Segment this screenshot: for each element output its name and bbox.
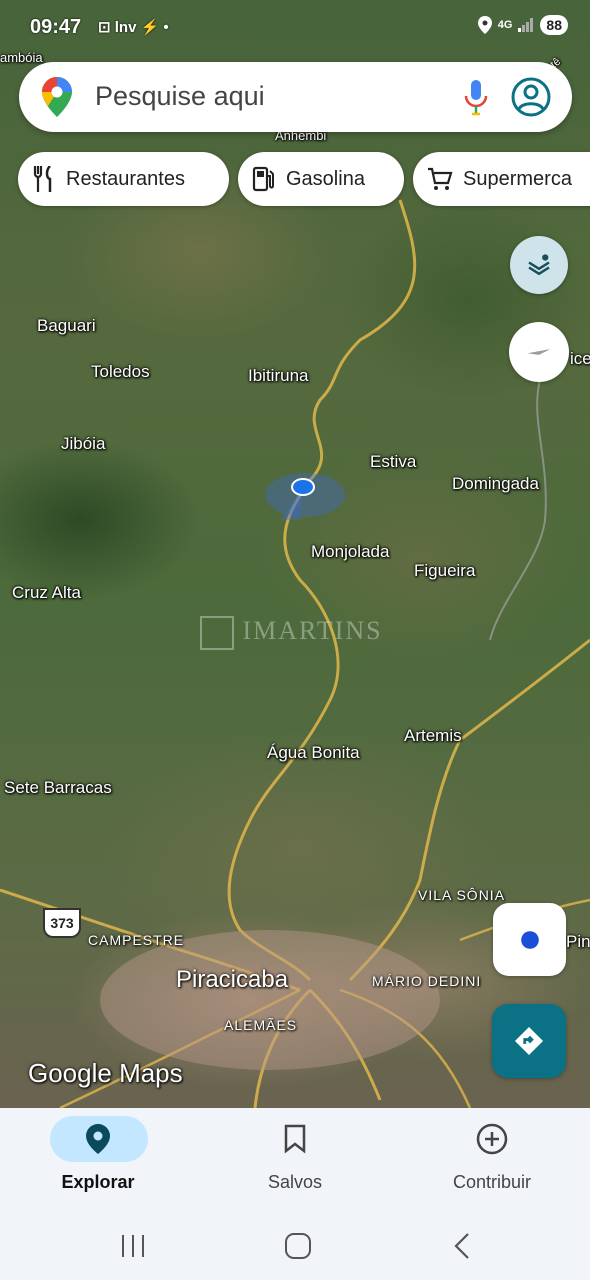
- chip-gasolina[interactable]: Gasolina: [238, 152, 404, 206]
- chip-supermercados[interactable]: Supermerca: [413, 152, 590, 206]
- road-shield: 373: [43, 908, 81, 938]
- nav-label: Contribuir: [452, 1172, 532, 1192]
- nav-label: Explorar: [61, 1172, 135, 1192]
- chip-label: Gasolina: [286, 167, 365, 190]
- place-label: Figueira: [414, 561, 476, 580]
- search-input[interactable]: Pesquise aqui: [95, 81, 265, 112]
- chip-restaurantes[interactable]: Restaurantes: [18, 152, 229, 206]
- place-label: ice: [570, 349, 590, 368]
- place-label: Cruz Alta: [12, 583, 81, 602]
- gas-pump-icon: [252, 166, 274, 192]
- place-label: Estiva: [370, 452, 417, 471]
- recent-apps-icon[interactable]: [120, 1234, 146, 1258]
- fork-knife-icon: [33, 166, 52, 192]
- place-label: Sete Barracas: [4, 778, 112, 797]
- status-bar: 09:47 ⊡ lnv ⚡ • 4G 88: [0, 0, 590, 56]
- layers-icon: [528, 254, 550, 276]
- place-label: Água Bonita: [267, 743, 360, 762]
- directions-icon: [514, 1026, 544, 1056]
- account-icon[interactable]: [510, 76, 552, 118]
- house-icon: [200, 616, 234, 651]
- compass-icon: [527, 349, 551, 355]
- district-label: VILA SÔNIA: [418, 887, 506, 903]
- district-label: ALEMÃES: [224, 1017, 298, 1033]
- district-label: CAMPESTRE: [88, 932, 185, 948]
- search-bar[interactable]: Pesquise aqui: [19, 62, 572, 132]
- place-label: Jibóia: [61, 434, 106, 453]
- status-right: 4G 88: [477, 15, 568, 35]
- directions-button[interactable]: [492, 1004, 566, 1078]
- place-label: Artemis: [404, 726, 462, 745]
- nav-contribuir[interactable]: Contribuir: [394, 1108, 590, 1210]
- place-label: Baguari: [37, 316, 96, 335]
- place-label: Pint: [566, 932, 590, 951]
- plus-circle-icon: [476, 1123, 508, 1155]
- google-maps-pin-icon: [42, 77, 72, 117]
- back-icon[interactable]: [452, 1232, 472, 1260]
- chip-label: Supermerca: [463, 167, 572, 190]
- home-icon[interactable]: [284, 1232, 312, 1260]
- location-status-icon: [477, 16, 492, 34]
- chip-label: Restaurantes: [66, 167, 185, 190]
- watermark: IMARTINS: [200, 616, 383, 651]
- place-label: Toledos: [91, 362, 150, 381]
- attribution: Google Maps: [28, 1058, 183, 1088]
- battery-level: 88: [540, 15, 568, 35]
- my-location-button[interactable]: [493, 903, 566, 976]
- nav-explorar[interactable]: Explorar: [0, 1108, 196, 1210]
- notification-icons: ⊡ lnv ⚡ •: [98, 19, 169, 36]
- layers-button[interactable]: [510, 236, 568, 294]
- district-label: MÁRIO DEDINI: [372, 973, 482, 989]
- place-label: Monjolada: [311, 542, 390, 561]
- compass-button[interactable]: [509, 322, 569, 382]
- place-label: Domingada: [452, 474, 539, 493]
- pin-icon: [86, 1124, 110, 1154]
- location-target-icon: [520, 930, 539, 949]
- bottom-navigation: Explorar Salvos Contribuir: [0, 1108, 590, 1210]
- category-chips: Restaurantes Gasolina Supermerca: [18, 152, 590, 208]
- nav-label: Salvos: [267, 1172, 323, 1192]
- clock: 09:47: [30, 16, 82, 38]
- system-navigation: [0, 1210, 590, 1280]
- bookmark-icon: [284, 1124, 306, 1154]
- cart-icon: [428, 167, 453, 190]
- signal-icon: [518, 18, 534, 32]
- network-type: 4G: [497, 19, 513, 31]
- microphone-icon[interactable]: [463, 80, 489, 116]
- place-label: Ibitiruna: [248, 366, 309, 385]
- current-location-dot[interactable]: [291, 478, 315, 496]
- city-label: Piracicaba: [176, 966, 289, 993]
- nav-salvos[interactable]: Salvos: [197, 1108, 393, 1210]
